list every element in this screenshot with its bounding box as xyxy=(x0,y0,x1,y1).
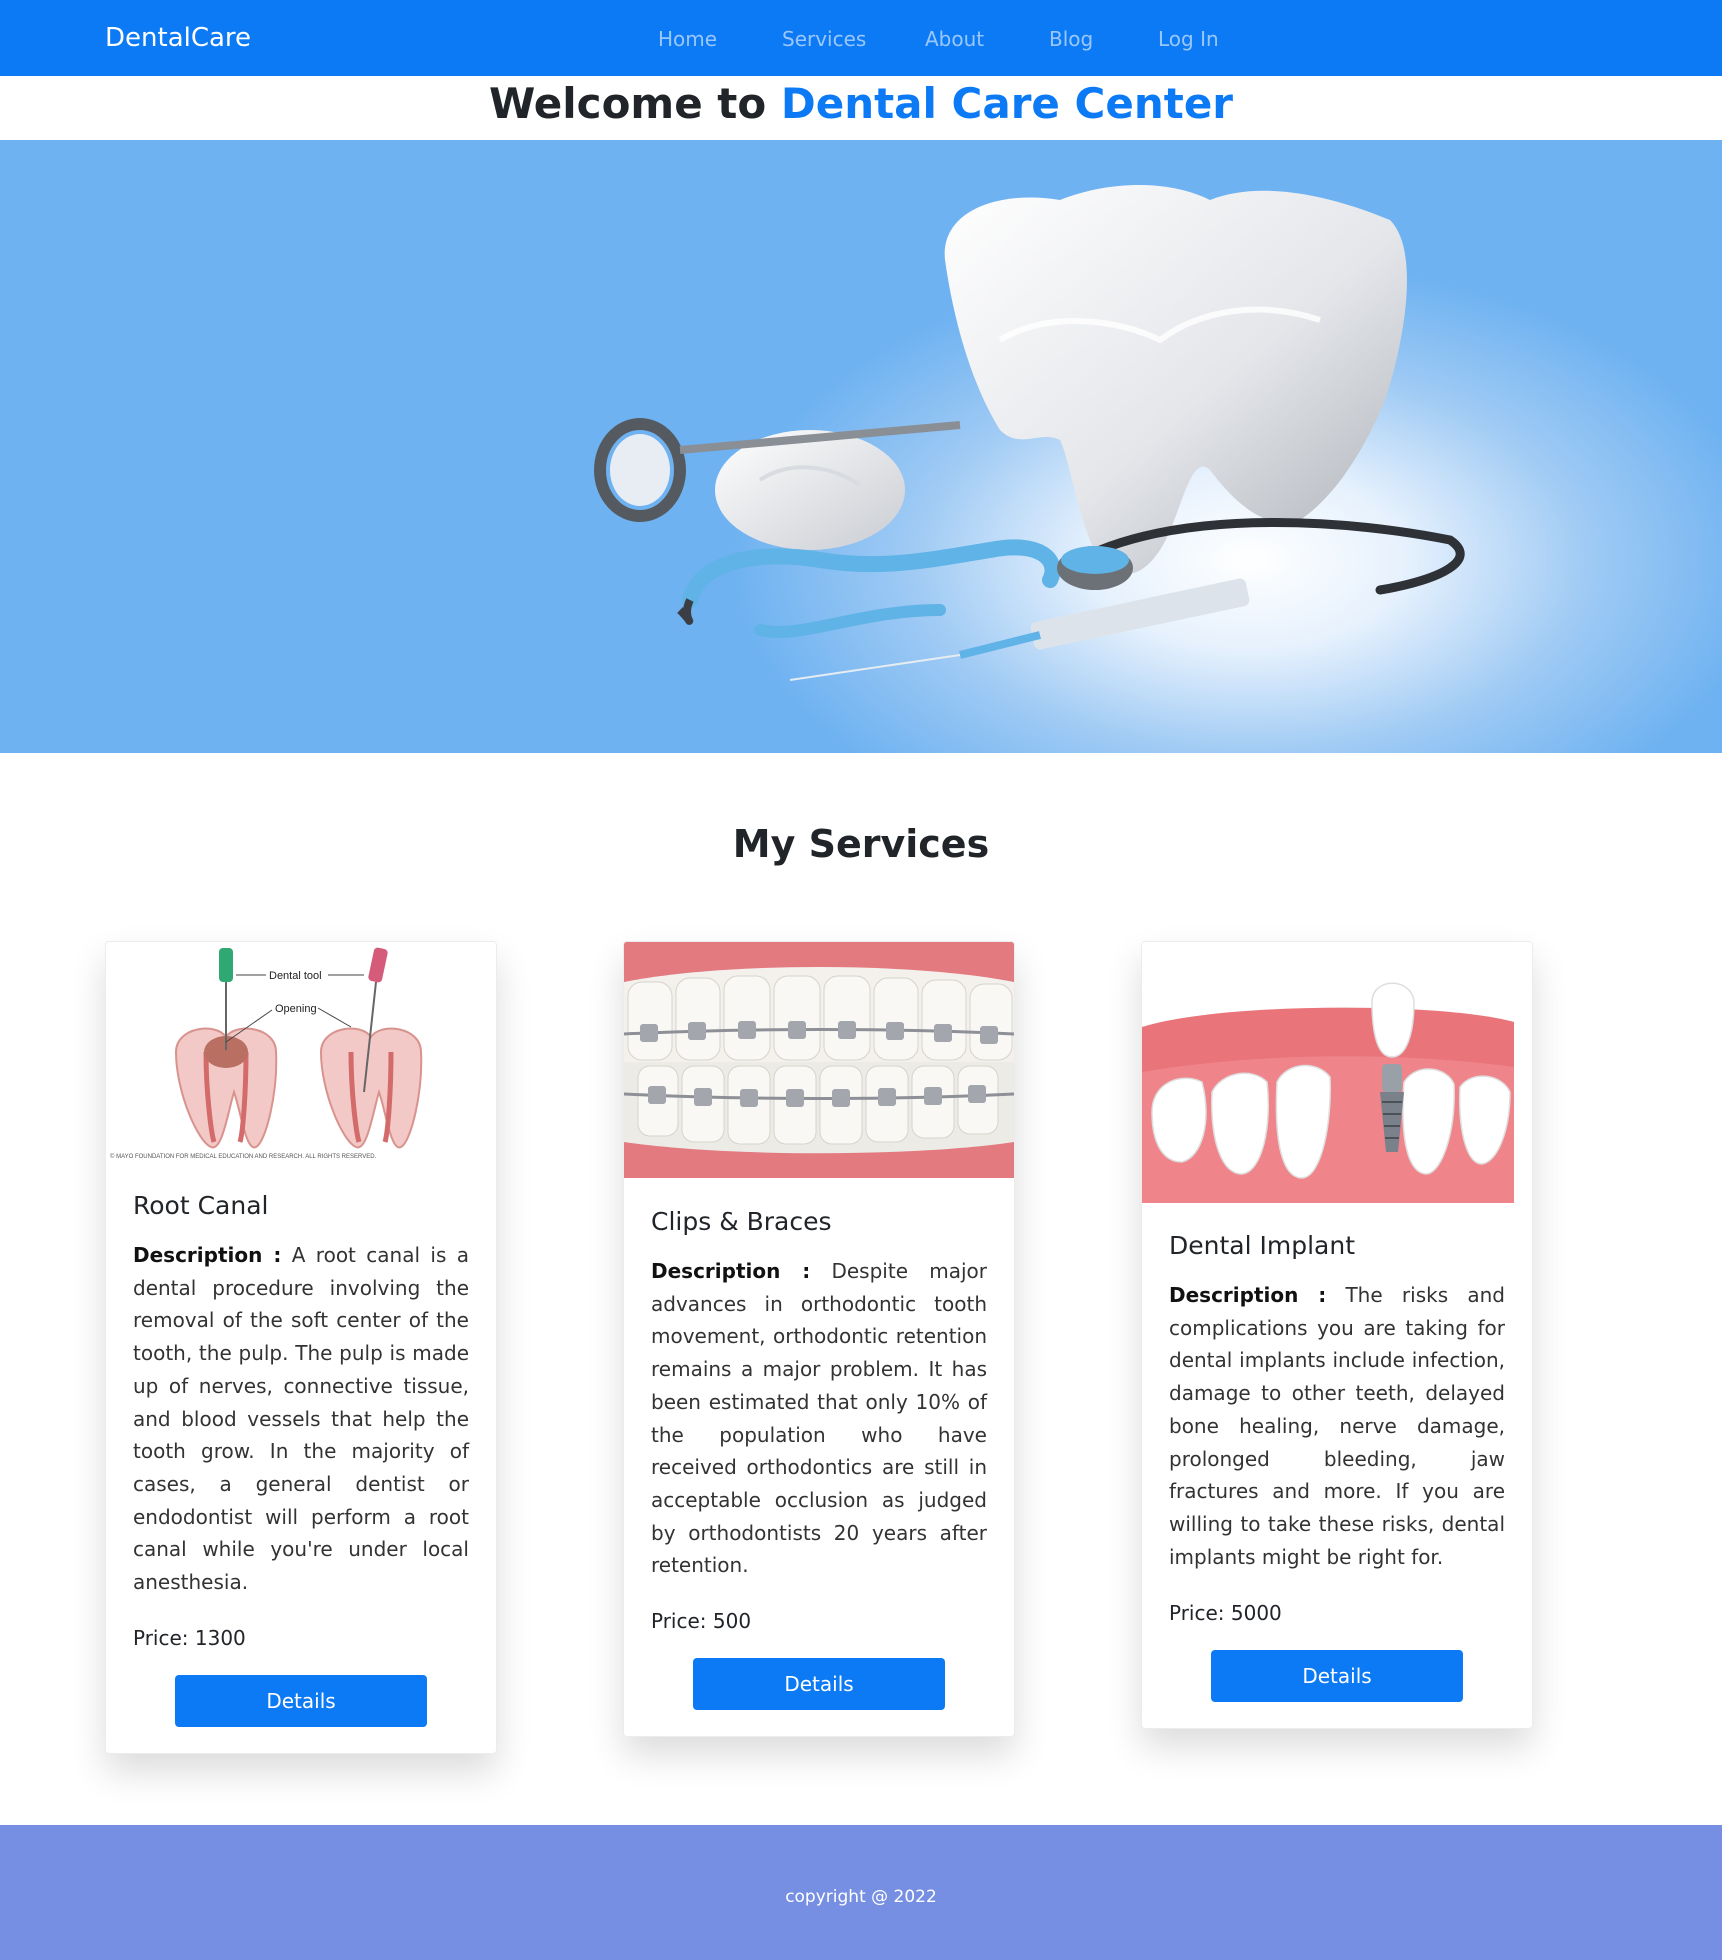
card-description: Description : The risks and complication… xyxy=(1169,1279,1505,1573)
services-heading: My Services xyxy=(732,822,990,866)
service-card-implant: Dental Implant Description : The risks a… xyxy=(1141,941,1533,1729)
service-card-braces: Clips & Braces Description : Despite maj… xyxy=(623,941,1015,1737)
description-label: Description : xyxy=(133,1243,282,1267)
nav-link-blog[interactable]: Blog xyxy=(1049,25,1093,53)
details-button[interactable]: Details xyxy=(175,1675,427,1727)
nav-link-login[interactable]: Log In xyxy=(1158,25,1219,53)
welcome-heading: Welcome to Dental Care Center xyxy=(0,76,1722,140)
hero-image xyxy=(0,140,1722,753)
card-title: Dental Implant xyxy=(1169,1231,1355,1260)
tooth-illustration xyxy=(594,185,1465,681)
card-price: Price: 500 xyxy=(651,1609,752,1633)
description-text: A root canal is a dental procedure invol… xyxy=(133,1243,469,1595)
card-price: Price: 5000 xyxy=(1169,1601,1282,1625)
dental-implant-icon xyxy=(1142,982,1514,1203)
card-price: Price: 1300 xyxy=(133,1626,246,1650)
braces-image xyxy=(624,942,1014,1178)
root-canal-image: Dental tool Opening © MAYO FOUNDATION FO… xyxy=(106,942,496,1164)
footer: copyright @ 2022 xyxy=(0,1825,1722,1960)
card-description: Description : Despite major advances in … xyxy=(651,1255,987,1582)
details-button[interactable]: Details xyxy=(693,1658,945,1710)
navbar: DentalCare Home Services About Blog Log … xyxy=(0,0,1722,76)
svg-text:Opening: Opening xyxy=(275,1003,317,1015)
description-label: Description : xyxy=(651,1259,811,1283)
svg-text:© MAYO FOUNDATION FOR MEDICAL: © MAYO FOUNDATION FOR MEDICAL EDUCATION … xyxy=(110,1153,377,1160)
nav-link-about[interactable]: About xyxy=(925,25,984,53)
service-card-root-canal: Dental tool Opening © MAYO FOUNDATION FO… xyxy=(105,941,497,1754)
card-description: Description : A root canal is a dental p… xyxy=(133,1239,469,1599)
card-title: Root Canal xyxy=(133,1191,269,1220)
brand-logo[interactable]: DentalCare xyxy=(105,20,251,56)
nav-link-home[interactable]: Home xyxy=(658,25,717,53)
details-button[interactable]: Details xyxy=(1211,1650,1463,1702)
welcome-prefix: Welcome to xyxy=(488,79,781,128)
description-text: The risks and complications you are taki… xyxy=(1169,1283,1505,1569)
root-canal-diagram-icon: Dental tool Opening © MAYO FOUNDATION FO… xyxy=(110,947,423,1160)
description-text: Despite major advances in orthodontic to… xyxy=(651,1259,987,1578)
description-label: Description : xyxy=(1169,1283,1327,1307)
braces-photo-icon xyxy=(624,942,1014,1178)
implant-image xyxy=(1142,942,1532,1203)
svg-text:Dental tool: Dental tool xyxy=(269,970,322,982)
welcome-highlight: Dental Care Center xyxy=(780,79,1234,128)
nav-link-services[interactable]: Services xyxy=(782,25,866,53)
card-title: Clips & Braces xyxy=(651,1207,832,1236)
copyright-text: copyright @ 2022 xyxy=(785,1887,937,1907)
